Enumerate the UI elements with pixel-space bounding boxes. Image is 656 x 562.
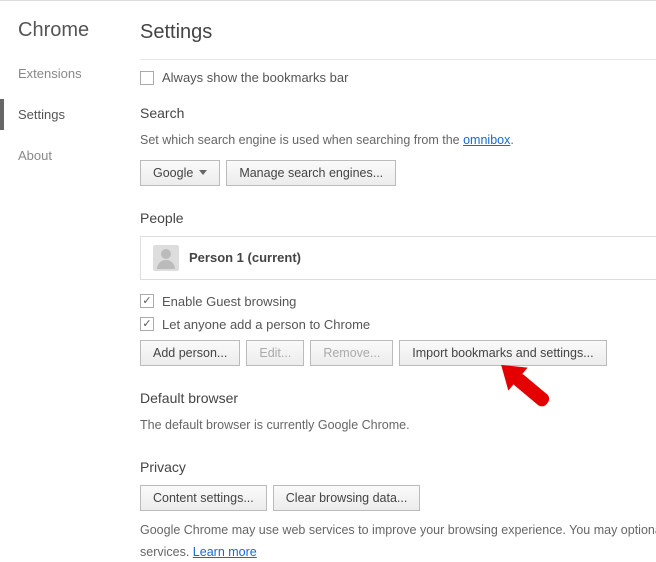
privacy-heading: Privacy	[140, 459, 656, 475]
person-card[interactable]: Person 1 (current)	[140, 236, 656, 280]
page-title: Settings	[140, 21, 212, 44]
search-description: Set which search engine is used when sea…	[140, 133, 463, 147]
default-browser-section: Default browser The default browser is c…	[140, 390, 656, 435]
always-show-bookmarks-checkbox[interactable]	[140, 71, 154, 85]
enable-guest-checkbox[interactable]	[140, 294, 154, 308]
content-settings-button[interactable]: Content settings...	[140, 485, 267, 511]
privacy-disclaimer-2: services.	[140, 545, 193, 559]
person-name: Person 1 (current)	[189, 250, 301, 265]
learn-more-link[interactable]: Learn more	[193, 545, 257, 559]
main-content: Settings Se Always show the bookmarks ba…	[120, 1, 656, 500]
omnibox-link[interactable]: omnibox	[463, 133, 510, 147]
divider	[140, 59, 656, 60]
clear-browsing-data-button[interactable]: Clear browsing data...	[273, 485, 421, 511]
default-browser-heading: Default browser	[140, 390, 656, 406]
always-show-bookmarks-label: Always show the bookmarks bar	[162, 70, 348, 85]
let-anyone-add-label: Let anyone add a person to Chrome	[162, 317, 370, 332]
app-title: Chrome	[0, 19, 120, 58]
sidebar-item-settings[interactable]: Settings	[0, 99, 120, 130]
manage-search-engines-button[interactable]: Manage search engines...	[226, 160, 396, 186]
remove-person-button: Remove...	[310, 340, 393, 366]
people-heading: People	[140, 210, 656, 226]
let-anyone-add-checkbox[interactable]	[140, 317, 154, 331]
privacy-section: Privacy Content settings... Clear browsi…	[140, 459, 656, 562]
privacy-disclaimer-1: Google Chrome may use web services to im…	[140, 523, 656, 537]
default-browser-text: The default browser is currently Google …	[140, 416, 656, 435]
people-section: People Person 1 (current) Enable Guest b…	[140, 210, 656, 366]
add-person-button[interactable]: Add person...	[140, 340, 240, 366]
edit-person-button: Edit...	[246, 340, 304, 366]
sidebar-item-about[interactable]: About	[0, 140, 120, 171]
enable-guest-label: Enable Guest browsing	[162, 294, 296, 309]
search-heading: Search	[140, 105, 656, 121]
sidebar-item-extensions[interactable]: Extensions	[0, 58, 120, 89]
import-bookmarks-button[interactable]: Import bookmarks and settings...	[399, 340, 606, 366]
chevron-down-icon	[199, 170, 207, 175]
avatar-icon	[153, 245, 179, 271]
search-section: Search Set which search engine is used w…	[140, 105, 656, 186]
search-engine-dropdown[interactable]: Google	[140, 160, 220, 186]
sidebar: Chrome Extensions Settings About	[0, 1, 120, 500]
